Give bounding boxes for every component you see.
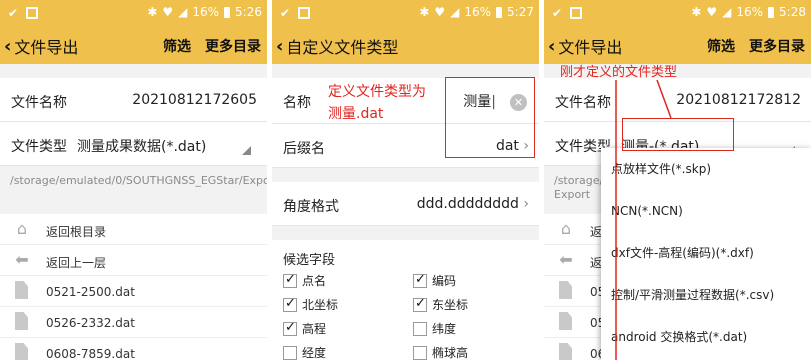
field-checkbox[interactable]: 椭球高 [413, 344, 468, 360]
file-name-value[interactable]: 20210812172605 [132, 92, 257, 108]
app-bar: ‹ 文件导出 筛选 更多目录 [0, 26, 267, 64]
checkbox-unchecked-icon[interactable] [413, 321, 427, 336]
angle-format-row[interactable]: 角度格式 ddd.dddddddd › [272, 182, 539, 226]
root-dir-item[interactable]: ⌂ 返回根目录 [0, 214, 267, 245]
notification-icon: ✔ [280, 6, 291, 20]
highlight-box [445, 77, 535, 158]
annotation-text: 定义文件类型为 [328, 84, 426, 100]
file-icon [15, 312, 28, 330]
vpn-icon: ♥ [162, 5, 174, 19]
file-name: 0608-7859.dat [46, 347, 135, 360]
signal-icon: ◢ [450, 5, 460, 19]
chevron-left-icon: ‹ [4, 35, 12, 57]
battery-percent: 16% [464, 5, 492, 19]
screen-custom-file-type: ✔ ✱ ♥ ◢ 16% 5:27 ‹ 自定义文件类型 名称 测量| ✕ 后缀名 da… [272, 0, 539, 360]
checkbox-checked-icon[interactable] [413, 296, 427, 312]
file-name: 0526-2332.dat [46, 316, 135, 330]
up-level-item[interactable]: ⬅ 返回上一层 [0, 245, 267, 276]
filter-button[interactable]: 筛选 [163, 36, 191, 56]
battery-percent: 16% [192, 5, 220, 19]
clock: 5:27 [507, 5, 534, 19]
file-type-select[interactable]: 测量成果数据(*.dat) [77, 136, 206, 156]
chevron-left-icon: ‹ [276, 35, 284, 57]
checkbox-checked-icon[interactable] [283, 320, 297, 336]
file-item[interactable]: 0526-2332.dat [0, 307, 267, 338]
checkbox-unchecked-icon[interactable] [413, 345, 427, 360]
signal-icon: ◢ [178, 5, 188, 19]
field-label: 编码 [432, 274, 457, 288]
field-checkbox[interactable]: 编码 [413, 272, 456, 289]
dropdown-arrow-icon [242, 146, 251, 155]
battery-icon [224, 6, 231, 18]
file-icon [15, 281, 28, 299]
checkbox-checked-icon[interactable] [283, 296, 297, 312]
more-dirs-button[interactable]: 更多目录 [205, 36, 261, 56]
file-item[interactable]: 0521-2500.dat [0, 276, 267, 307]
screen-file-export: ✔ ✱ ♥ ◢ 16% 5:26 ‹ 文件导出 筛选 更多目录 文件名称 2021… [0, 0, 267, 360]
checkbox-checked-icon[interactable] [283, 272, 297, 288]
field-checkbox[interactable]: 高程 [283, 320, 326, 337]
field-label: 东坐标 [432, 298, 469, 312]
candidate-fields-label: 候选字段 [283, 253, 336, 268]
field-label: 纬度 [432, 322, 457, 336]
file-icon [15, 343, 28, 360]
bluetooth-icon: ✱ [419, 5, 430, 19]
vpn-icon: ♥ [434, 5, 446, 19]
file-name-label: 文件名称 [11, 95, 67, 111]
field-checkbox[interactable]: 纬度 [413, 320, 456, 337]
file-type-row[interactable]: 文件类型 测量成果数据(*.dat) [0, 122, 267, 166]
angle-format-text: ddd.dddddddd [416, 196, 519, 212]
file-name: 0521-2500.dat [46, 285, 135, 299]
chevron-right-icon: › [523, 196, 529, 212]
name-label: 名称 [283, 95, 311, 111]
checkbox-unchecked-icon[interactable] [283, 345, 297, 360]
section-gap [272, 168, 539, 182]
angle-format-label: 角度格式 [283, 199, 339, 215]
field-label: 椭球高 [432, 346, 469, 360]
annotation-text: 测量.dat [328, 106, 384, 122]
screen-file-export-after: ✔ ✱ ♥ ◢ 16% 5:28 ‹ 文件导出 筛选 更多目录 文件名称 2021… [544, 0, 811, 360]
back-button[interactable]: ‹ 自定义文件类型 [276, 34, 398, 58]
annotation-arrow [615, 79, 672, 360]
field-checkbox[interactable]: 北坐标 [283, 296, 338, 313]
gallery-icon [298, 7, 311, 19]
home-icon: ⌂ [16, 219, 28, 238]
section-gap [272, 64, 539, 78]
up-level-label: 返回上一层 [46, 256, 107, 270]
current-path: /storage/emulated/0/SOUTHGNSS_EGStar/Exp… [0, 166, 267, 214]
gallery-icon [26, 7, 39, 19]
status-bar: ✔ ✱ ♥ ◢ 16% 5:26 [0, 0, 267, 26]
section-gap [0, 64, 267, 78]
checkbox-checked-icon[interactable] [413, 272, 427, 288]
field-label: 北坐标 [302, 298, 339, 312]
field-label: 高程 [302, 322, 327, 336]
app-bar: ‹ 自定义文件类型 [272, 26, 539, 64]
bluetooth-icon: ✱ [147, 5, 158, 19]
field-checkbox[interactable]: 经度 [283, 344, 326, 360]
field-checkbox[interactable]: 点名 [283, 272, 326, 289]
notification-icon: ✔ [8, 6, 19, 20]
root-dir-label: 返回根目录 [46, 225, 107, 239]
back-arrow-icon: ⬅ [15, 250, 29, 269]
candidate-fields: 候选字段 点名 编码北坐标 东坐标高程 纬度经度 椭球高 [272, 240, 539, 360]
section-gap [272, 226, 539, 240]
page-title: 自定义文件类型 [286, 38, 399, 57]
back-button[interactable]: ‹ 文件导出 [4, 34, 78, 58]
clock: 5:26 [235, 5, 262, 19]
highlight-box [622, 118, 734, 151]
file-name-row[interactable]: 文件名称 20210812172605 [0, 78, 267, 122]
field-label: 经度 [302, 346, 327, 360]
field-checkbox[interactable]: 东坐标 [413, 296, 468, 313]
angle-format-value[interactable]: ddd.dddddddd › [417, 196, 529, 212]
status-bar: ✔ ✱ ♥ ◢ 16% 5:27 [272, 0, 539, 26]
page-title: 文件导出 [14, 38, 79, 57]
battery-icon [496, 6, 503, 18]
field-label: 点名 [302, 274, 327, 288]
file-item[interactable]: 0608-7859.dat [0, 338, 267, 360]
suffix-label: 后缀名 [283, 141, 325, 157]
file-type-label: 文件类型 [11, 139, 67, 155]
